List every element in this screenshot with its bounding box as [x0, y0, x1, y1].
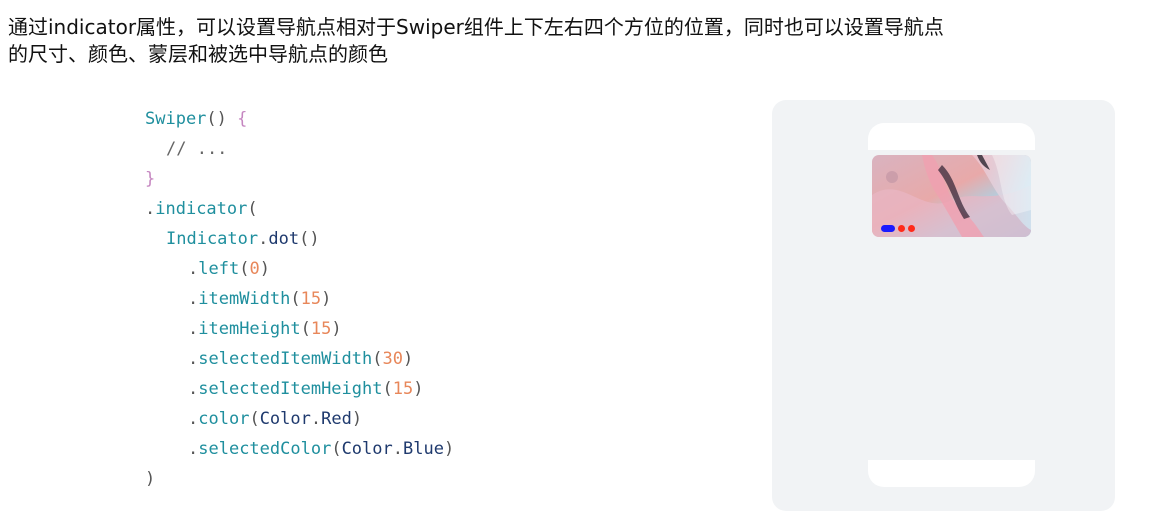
code-line-8: .itemHeight(15): [145, 314, 454, 344]
code-token: dot: [268, 229, 300, 249]
code-token: .: [310, 409, 322, 429]
swiper-component[interactable]: [872, 155, 1031, 237]
code-token: color: [198, 409, 250, 429]
code-token: Blue: [403, 439, 444, 459]
code-token: selectedItemHeight: [198, 379, 383, 399]
code-line-3: }: [145, 164, 454, 194]
code-token: ): [331, 319, 342, 339]
code-token: (: [382, 379, 393, 399]
code-token: 15: [392, 379, 414, 399]
code-line-10: .selectedItemHeight(15): [145, 374, 454, 404]
code-token: {: [226, 109, 248, 129]
code-token: (: [247, 199, 258, 219]
code-token: Swiper: [145, 109, 207, 129]
code-token: ): [443, 439, 455, 459]
code-token: (): [299, 229, 320, 249]
code-token: ): [145, 469, 156, 489]
code-line-4: .indicator(: [145, 194, 454, 224]
code-token: }: [145, 169, 156, 189]
code-line-9: .selectedItemWidth(30): [145, 344, 454, 374]
code-token: 15: [300, 289, 322, 309]
code-token: ): [259, 259, 270, 279]
indicator-dot[interactable]: [908, 225, 915, 232]
code-token: itemWidth: [198, 289, 291, 309]
code-line-11: .color(Color.Red): [145, 404, 454, 434]
code-token: (: [331, 439, 342, 459]
code-token: .: [188, 319, 199, 339]
code-block: Swiper() { // ... } .indicator( Indicato…: [145, 104, 454, 494]
description: 通过indicator属性，可以设置导航点相对于Swiper组件上下左右四个方位…: [8, 14, 1148, 68]
code-token: indicator: [155, 199, 248, 219]
code-line-2: // ...: [145, 134, 454, 164]
description-line-1: 通过indicator属性，可以设置导航点相对于Swiper组件上下左右四个方位…: [8, 15, 944, 39]
code-token: ): [321, 289, 332, 309]
code-token: (: [372, 349, 383, 369]
code-token: 30: [382, 349, 403, 369]
code-token: .: [145, 199, 156, 219]
code-token: 0: [249, 259, 260, 279]
code-token: .: [188, 289, 199, 309]
indicator-dot[interactable]: [898, 225, 905, 232]
code-token: .: [188, 379, 199, 399]
phone-mockup: [868, 123, 1035, 487]
code-line-5: Indicator.dot(): [145, 224, 454, 254]
code-token: ): [351, 409, 363, 429]
code-token: (: [290, 289, 301, 309]
code-token: itemHeight: [198, 319, 301, 339]
code-token: Color: [341, 439, 393, 459]
code-token: ): [413, 379, 424, 399]
code-token: Red: [321, 409, 352, 429]
code-line-12: .selectedColor(Color.Blue): [145, 434, 454, 464]
code-token: .: [188, 439, 199, 459]
code-line-1: Swiper() {: [145, 104, 454, 134]
code-token: .: [188, 349, 199, 369]
code-token: .: [188, 409, 199, 429]
code-token: .: [258, 229, 269, 249]
description-line-2: 的尺寸、颜色、蒙层和被选中导航点的颜色: [8, 42, 388, 66]
code-token: selectedItemWidth: [198, 349, 373, 369]
code-comment: // ...: [166, 139, 228, 159]
code-token: Color: [259, 409, 311, 429]
code-line-6: .left(0): [145, 254, 454, 284]
code-token: .: [188, 259, 199, 279]
code-line-13: ): [145, 464, 454, 494]
code-token: (): [206, 109, 227, 129]
code-token: ): [402, 349, 414, 369]
code-token: Indicator: [166, 229, 259, 249]
phone-screen: [868, 150, 1035, 460]
code-token: left: [198, 259, 240, 279]
swiper-indicator: [881, 225, 915, 232]
code-line-7: .itemWidth(15): [145, 284, 454, 314]
indicator-dot-selected[interactable]: [881, 225, 895, 232]
code-token: (: [249, 409, 260, 429]
code-token: (: [239, 259, 250, 279]
code-token: 15: [310, 319, 332, 339]
code-token: .: [392, 439, 403, 459]
code-token: (: [300, 319, 311, 339]
code-token: selectedColor: [198, 439, 332, 459]
